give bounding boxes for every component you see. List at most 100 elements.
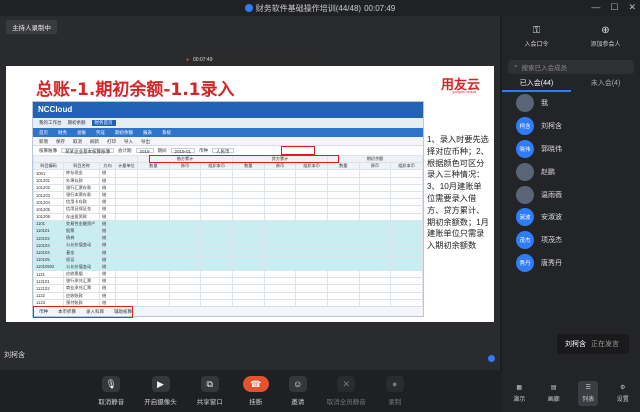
panel-action-button[interactable]: ⊕ 添加参会人 bbox=[571, 16, 640, 56]
table-row[interactable]: 110105 权证借 bbox=[33, 255, 423, 264]
member-name: 项茂杰 bbox=[541, 237, 562, 245]
table-cell bbox=[137, 262, 170, 272]
member-search-input[interactable]: ⌕ 搜索已入会成员 bbox=[508, 60, 634, 74]
view-button[interactable]: ▤ 画廊 bbox=[544, 381, 564, 406]
nc-tab[interactable]: 我的工作台 bbox=[39, 120, 62, 126]
table-cell: 银行本票存款 bbox=[63, 190, 100, 200]
table-row[interactable]: 101206 存出投资款借 bbox=[33, 212, 423, 221]
table-cell bbox=[168, 190, 202, 200]
table-cell: 借 bbox=[99, 248, 116, 257]
speaker-indicator: 刘柯含 正在发言 bbox=[557, 334, 629, 354]
nc-toolbar-button[interactable]: 导出 bbox=[141, 139, 150, 144]
nc-menu-item[interactable]: 报表 bbox=[143, 130, 152, 135]
nc-menu-item[interactable]: 总账 bbox=[77, 130, 86, 135]
table-cell bbox=[358, 284, 392, 293]
table-row[interactable]: 101201 外埠存款借 bbox=[33, 176, 423, 185]
table-row[interactable]: 101204 信用卡存款借 bbox=[33, 198, 423, 207]
nc-menu-item[interactable]: 期初余额 bbox=[115, 130, 133, 135]
member-tab[interactable]: 未入会(4) bbox=[571, 78, 640, 92]
close-icon[interactable]: ✕ bbox=[628, 2, 636, 13]
table-cell: 101202 bbox=[33, 183, 64, 192]
nc-toolbar-button[interactable]: 刷新 bbox=[90, 139, 99, 144]
table-cell bbox=[390, 241, 423, 250]
member-search-placeholder: 搜索已入会成员 bbox=[521, 65, 568, 72]
table-cell bbox=[358, 190, 392, 200]
table-row[interactable]: 101205 信用证保证金借 bbox=[33, 205, 423, 214]
table-row[interactable]: 11010502 公允价值变动借 bbox=[33, 262, 423, 272]
table-row[interactable]: 112102 商业承兑汇票借 bbox=[33, 284, 423, 293]
table-cell bbox=[358, 277, 392, 286]
minimize-icon[interactable]: — bbox=[591, 2, 600, 13]
table-cell: 债券 bbox=[63, 234, 100, 243]
table-cell bbox=[231, 234, 265, 243]
view-button[interactable]: ▦ 演示 bbox=[509, 381, 529, 406]
table-row[interactable]: 110103 公允价值变动借 bbox=[33, 241, 423, 250]
slide-notes: 1、录入时要先选择对应币种；2、根据颜色可区分录入三种情况：3、10月建账单位需… bbox=[427, 135, 489, 251]
table-cell bbox=[137, 212, 170, 221]
table-cell: 借 bbox=[99, 277, 116, 286]
nc-menu-item[interactable]: 系统 bbox=[162, 130, 171, 135]
control-button[interactable]: ✕ 取消全员静音 bbox=[327, 376, 366, 406]
member-item[interactable]: 我 bbox=[502, 92, 640, 115]
table-row[interactable]: 101203 银行本票存款借 bbox=[33, 190, 423, 200]
view-button[interactable]: ☰ 列表 bbox=[578, 380, 599, 406]
control-button[interactable]: ☎ 挂断 bbox=[242, 376, 269, 406]
table-row[interactable]: 110101 股票借 bbox=[33, 226, 423, 236]
table-cell: 借 bbox=[99, 269, 116, 279]
table-row[interactable]: 112101 银行承兑汇票借 bbox=[33, 277, 423, 286]
table-row[interactable]: 1121 应收票据借 bbox=[33, 269, 423, 279]
table-cell bbox=[137, 277, 170, 286]
table-cell bbox=[231, 212, 265, 221]
table-row[interactable]: 1001 库存现金借 bbox=[33, 169, 423, 178]
table-cell bbox=[295, 277, 328, 286]
nc-menu-item[interactable]: 凭证 bbox=[96, 130, 105, 135]
control-button[interactable]: 🎙 取消静音 bbox=[98, 376, 124, 406]
table-cell bbox=[231, 277, 265, 286]
nc-toolbar-button[interactable]: 新增 bbox=[39, 139, 48, 144]
table-cell bbox=[137, 226, 170, 236]
nc-menu-item[interactable]: 财务 bbox=[58, 130, 67, 135]
member-item[interactable]: 淑波 安淑波 bbox=[502, 206, 640, 229]
maximize-icon[interactable]: ☐ bbox=[610, 2, 618, 13]
nc-toolbar-button[interactable]: 导入 bbox=[124, 139, 133, 144]
member-tab[interactable]: 已入会(44) bbox=[502, 78, 571, 92]
table-cell bbox=[263, 234, 297, 243]
filter-currency-value: 人民币 bbox=[212, 148, 234, 154]
nc-tab[interactable]: 期初余额 bbox=[68, 120, 86, 126]
filter-period-value: 2019-01 bbox=[170, 148, 196, 154]
table-cell: 公允价值变动 bbox=[63, 262, 100, 272]
member-item[interactable]: 晓伟 郭晓伟 bbox=[502, 138, 640, 161]
nc-toolbar-button[interactable]: 取消 bbox=[73, 139, 82, 144]
table-row[interactable]: 101202 银行汇票存款借 bbox=[33, 183, 423, 192]
table-row[interactable]: 1122 应收账款借 bbox=[33, 291, 423, 300]
view-button[interactable]: ⚙ 设置 bbox=[613, 381, 633, 406]
nc-tab[interactable]: 财务首页 bbox=[91, 120, 116, 126]
member-item[interactable]: 温雨薇 bbox=[502, 183, 640, 206]
control-button[interactable]: ⧉ 共享窗口 bbox=[197, 376, 223, 406]
nc-toolbar-button[interactable]: 打印 bbox=[107, 139, 116, 144]
table-cell bbox=[295, 198, 328, 207]
table-cell bbox=[200, 198, 233, 207]
table-cell bbox=[115, 176, 138, 185]
nc-toolbar-button[interactable]: 保存 bbox=[56, 139, 65, 144]
control-button[interactable]: ▶ 开启摄像头 bbox=[144, 376, 177, 406]
table-cell bbox=[231, 269, 265, 279]
control-button[interactable]: ☺ 邀请 bbox=[288, 376, 307, 406]
member-item[interactable]: 赵鹏 bbox=[502, 160, 640, 183]
table-cell: 商业承兑汇票 bbox=[63, 284, 100, 293]
table-row[interactable]: 110102 债券借 bbox=[33, 234, 423, 243]
table-row[interactable]: 110104 基金借 bbox=[33, 248, 423, 257]
table-row[interactable]: 1101 交易性金融资产借 bbox=[33, 219, 423, 228]
table-cell: 借 bbox=[99, 212, 116, 221]
table-cell bbox=[326, 255, 360, 264]
table-cell bbox=[115, 277, 138, 286]
table-cell: 借 bbox=[99, 284, 116, 293]
panel-action-button[interactable]: ⚿ 入会口令 bbox=[502, 16, 571, 56]
control-button[interactable]: ● 录制 bbox=[385, 376, 404, 406]
table-cell bbox=[326, 291, 360, 300]
member-item[interactable]: 柯含 刘柯含 bbox=[502, 115, 640, 138]
member-item[interactable]: 茂杰 项茂杰 bbox=[502, 229, 640, 252]
nc-menu-item[interactable]: 首页 bbox=[39, 130, 48, 135]
nc-title: NCCloud bbox=[33, 102, 423, 118]
member-item[interactable]: 秀丹 唐秀丹 bbox=[502, 252, 640, 275]
